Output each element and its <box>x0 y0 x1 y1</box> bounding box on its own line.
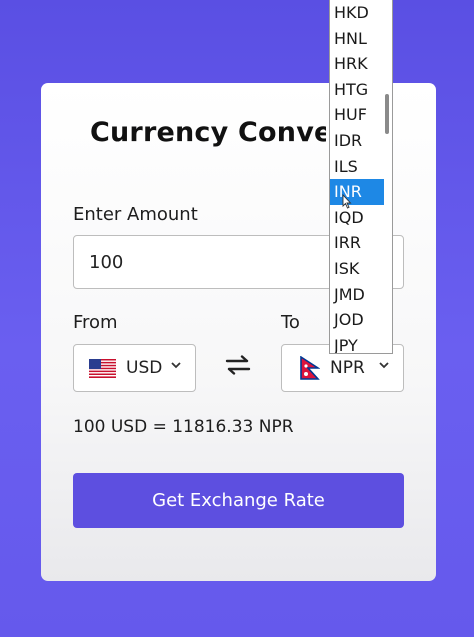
currency-option-huf[interactable]: HUF <box>330 102 384 128</box>
currency-option-ils[interactable]: ILS <box>330 154 384 180</box>
to-currency-code: NPR <box>330 358 365 378</box>
swap-arrows-icon[interactable] <box>225 355 251 375</box>
currency-option-isk[interactable]: ISK <box>330 256 384 282</box>
dropdown-scrollbar[interactable] <box>385 94 389 134</box>
from-label: From <box>73 312 118 333</box>
currency-option-jmd[interactable]: JMD <box>330 282 384 308</box>
currency-option-irr[interactable]: IRR <box>330 230 384 256</box>
currency-option-hkd[interactable]: HKD <box>330 0 384 26</box>
mouse-cursor-icon <box>342 194 352 209</box>
currency-option-idr[interactable]: IDR <box>330 128 384 154</box>
from-currency-code: USD <box>126 358 163 378</box>
chevron-down-icon <box>171 362 181 369</box>
chevron-down-icon <box>379 362 389 369</box>
currency-option-htg[interactable]: HTG <box>330 77 384 103</box>
currency-option-inr[interactable]: INR <box>330 179 384 205</box>
page-title: Currency Converter <box>90 117 326 148</box>
currency-option-hrk[interactable]: HRK <box>330 51 384 77</box>
to-label: To <box>281 312 300 333</box>
currency-option-jpy[interactable]: JPY <box>330 333 384 353</box>
get-exchange-rate-button[interactable]: Get Exchange Rate <box>73 473 404 528</box>
from-currency-select[interactable]: USD <box>73 344 196 392</box>
conversion-result: 100 USD = 11816.33 NPR <box>73 417 294 437</box>
currency-option-jod[interactable]: JOD <box>330 307 384 333</box>
currency-option-iqd[interactable]: IQD <box>330 205 384 231</box>
currency-dropdown-list[interactable]: HKD HNL HRK HTG HUF IDR ILS INR IQD IRR ISK JMD JOD J… <box>329 0 393 354</box>
amount-label: Enter Amount <box>73 204 198 225</box>
us-flag-icon <box>89 358 116 378</box>
currency-option-hnl[interactable]: HNL <box>330 26 384 52</box>
nepal-flag-icon <box>300 356 320 380</box>
